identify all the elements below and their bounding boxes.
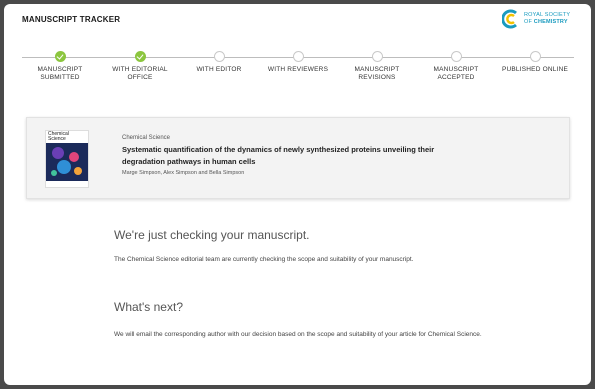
- step-with-editor: WITH EDITOR: [179, 51, 259, 74]
- status-body: The Chemical Science editorial team are …: [114, 256, 414, 263]
- step-label: MANUSCRIPT REVISIONS: [354, 66, 400, 81]
- step-with-editorial-office: WITH EDITORIAL OFFICE: [100, 51, 180, 82]
- logo-text-line1: ROYAL SOCIETY: [524, 12, 571, 18]
- pending-circle-icon: [371, 51, 383, 62]
- pending-circle-icon: [213, 51, 225, 62]
- pending-circle-icon: [529, 51, 541, 62]
- next-body: We will email the corresponding author w…: [114, 331, 482, 338]
- step-label: PUBLISHED ONLINE: [501, 66, 569, 73]
- step-label: WITH EDITOR: [196, 66, 242, 73]
- manuscript-tracker-panel: MANUSCRIPT TRACKER ROYAL SOCIETY OF CHEM…: [4, 4, 591, 385]
- pending-circle-icon: [292, 51, 304, 62]
- rsc-logo[interactable]: ROYAL SOCIETY OF CHEMISTRY: [502, 9, 580, 29]
- step-label: WITH REVIEWERS: [267, 66, 329, 73]
- manuscript-authors: Marge Simpson, Alex Simpson and Bella Si…: [122, 170, 245, 176]
- page-title: MANUSCRIPT TRACKER: [22, 15, 121, 24]
- manuscript-title: Systematic quantification of the dynamic…: [122, 145, 435, 166]
- step-label: MANUSCRIPT ACCEPTED: [433, 66, 479, 81]
- status-heading: We're just checking your manuscript.: [114, 228, 310, 242]
- step-manuscript-revisions: MANUSCRIPT REVISIONS: [337, 51, 417, 82]
- step-published-online: PUBLISHED ONLINE: [495, 51, 575, 74]
- step-manuscript-submitted: MANUSCRIPT SUBMITTED: [20, 51, 100, 82]
- step-with-reviewers: WITH REVIEWERS: [258, 51, 338, 74]
- next-heading: What's next?: [114, 300, 183, 314]
- check-icon: [134, 51, 146, 62]
- pending-circle-icon: [450, 51, 462, 62]
- cover-title: Chemical Science: [48, 131, 69, 142]
- journal-cover-image: Chemical Science: [45, 130, 89, 188]
- step-label: WITH EDITORIAL OFFICE: [112, 66, 168, 81]
- journal-name: Chemical Science: [122, 135, 171, 141]
- step-label: MANUSCRIPT SUBMITTED: [37, 66, 83, 81]
- manuscript-card[interactable]: Chemical Science Chemical Science System…: [26, 117, 570, 199]
- cover-art: [46, 143, 88, 187]
- rsc-logo-icon: [502, 9, 517, 29]
- check-icon: [54, 51, 66, 62]
- logo-text-line2: OF CHEMISTRY: [524, 19, 568, 25]
- step-manuscript-accepted: MANUSCRIPT ACCEPTED: [416, 51, 496, 82]
